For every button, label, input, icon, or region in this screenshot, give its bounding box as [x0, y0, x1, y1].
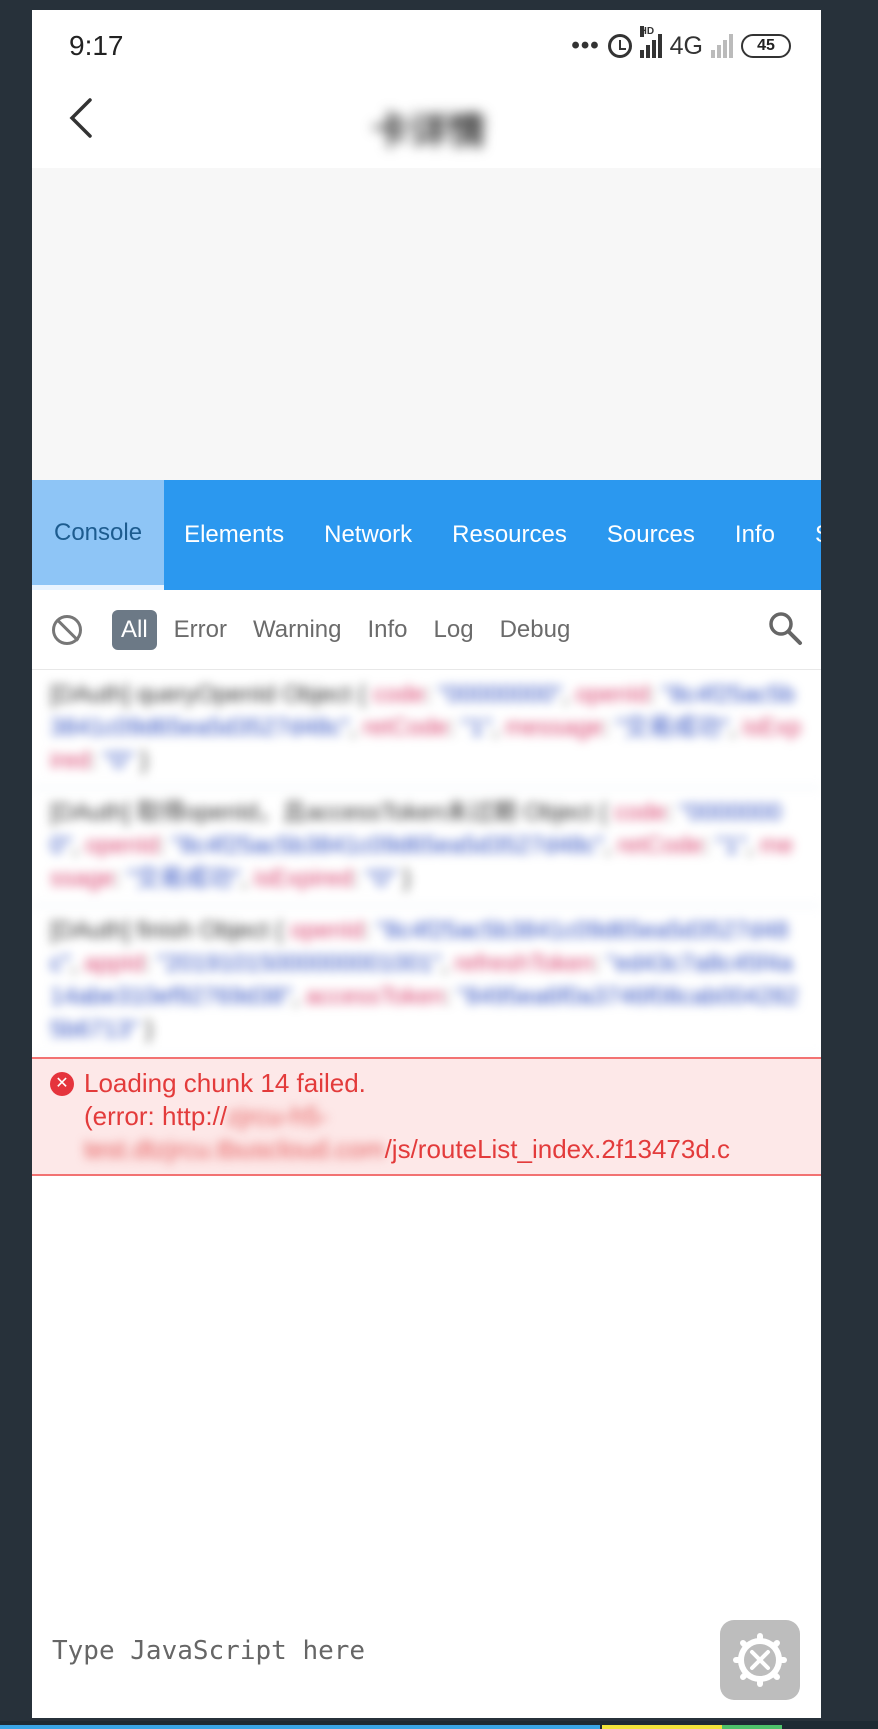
log-prefix: [DAuth] 取得openId，且accessToken未过期 Object … [50, 799, 615, 826]
log-prefix: [DAuth] finish Object { [50, 917, 291, 944]
log-field-key: openId [85, 832, 159, 859]
page-body [32, 168, 821, 480]
log-field-key: message [505, 714, 603, 741]
log-field-key: code [372, 681, 425, 708]
tab-sources[interactable]: Sources [587, 480, 715, 590]
log-entry[interactable]: [DAuth] 取得openId，且accessToken未过期 Object … [32, 788, 821, 906]
signal-weak-icon [711, 34, 733, 58]
filter-info[interactable]: Info [359, 610, 417, 650]
error-icon: ✕ [50, 1072, 74, 1096]
log-field-value: "8c4f25ac5b3841c09d65ea5d3527d48c" [171, 832, 605, 859]
error-url: (error: http://zjrcu-h5-test.dtzjrcu.tbu… [84, 1100, 803, 1166]
hd-label: HD [639, 26, 655, 37]
tab-info[interactable]: Info [715, 480, 795, 590]
log-entry[interactable]: [DAuth] finish Object { openId: "8c4f25a… [32, 906, 821, 1057]
log-field-key: openId [290, 917, 364, 944]
log-field-key: refreshToken [454, 950, 594, 977]
tab-resources[interactable]: Resources [432, 480, 587, 590]
filter-log[interactable]: Log [425, 610, 483, 650]
log-field-key: openId [575, 681, 649, 708]
error-url-path: /js/routeList_index.2f13473d.c [384, 1134, 731, 1164]
tab-storage[interactable]: S [795, 480, 821, 590]
log-field-value: "0" [103, 747, 134, 774]
log-field-key: isExpired [253, 865, 353, 892]
error-message: Loading chunk 14 failed. [84, 1068, 366, 1098]
status-icons: ••• HD 4G 45 [571, 26, 791, 62]
bottom-strip [0, 1721, 878, 1729]
tab-elements[interactable]: Elements [164, 480, 304, 590]
battery-icon: 45 [741, 34, 791, 58]
javascript-input[interactable] [32, 1624, 722, 1678]
phone-screen: 9:17 ••• HD 4G 45 卡详情 Console Elements N… [32, 10, 821, 1718]
status-time: 9:17 [69, 30, 124, 61]
log-field-key: retCode [362, 714, 449, 741]
log-field-value: "0" [365, 865, 397, 892]
clear-console-icon[interactable] [52, 614, 82, 645]
devtools-tabbar: Console Elements Network Resources Sourc… [32, 480, 821, 590]
log-field-value: "交易成功" [616, 714, 730, 741]
filter-warning[interactable]: Warning [244, 610, 350, 650]
log-field-key: accessToken [305, 983, 445, 1010]
log-field-value: "1" [461, 714, 492, 741]
log-field-value: "交易成功" [127, 865, 241, 892]
search-icon[interactable] [767, 610, 803, 646]
log-field-value: "1" [716, 832, 747, 859]
back-button[interactable] [62, 96, 112, 146]
more-dots-icon: ••• [571, 32, 600, 59]
signal-icon: HD [639, 26, 662, 58]
filter-debug[interactable]: Debug [491, 610, 580, 650]
network-type: 4G [669, 31, 703, 60]
log-field-value: "00000000" [438, 681, 563, 708]
console-filterbar: All Error Warning Info Log Debug [32, 590, 821, 670]
filter-all[interactable]: All [112, 609, 157, 650]
tab-console[interactable]: Console [32, 480, 165, 590]
log-level-filters: All Error Warning Info Log Debug [112, 609, 580, 650]
settings-button[interactable] [720, 1620, 800, 1700]
console-log-area: [DAuth] queryOpenId Object { code: "0000… [32, 670, 821, 1176]
log-list: [DAuth] queryOpenId Object { code: "0000… [32, 670, 821, 1057]
alarm-icon [607, 34, 632, 58]
error-url-prefix: (error: http:// [84, 1101, 228, 1131]
tab-network[interactable]: Network [304, 480, 432, 590]
status-bar: 9:17 ••• HD 4G 45 [32, 10, 821, 80]
error-log-entry[interactable]: ✕ Loading chunk 14 failed. (error: http:… [32, 1057, 821, 1176]
log-field-key: appId [83, 950, 144, 977]
log-field-value: "20191015000000001001" [157, 950, 442, 977]
tools-icon [733, 1633, 787, 1687]
filter-error[interactable]: Error [165, 610, 236, 650]
chevron-left-icon [69, 98, 92, 138]
log-field-key: retCode [617, 832, 703, 859]
page-title: 卡详情 [372, 111, 487, 153]
log-prefix: [DAuth] queryOpenId Object { [50, 681, 373, 708]
log-field-key: code [614, 799, 667, 826]
nav-header: 卡详情 [32, 80, 821, 168]
log-entry[interactable]: [DAuth] queryOpenId Object { code: "0000… [32, 670, 821, 788]
